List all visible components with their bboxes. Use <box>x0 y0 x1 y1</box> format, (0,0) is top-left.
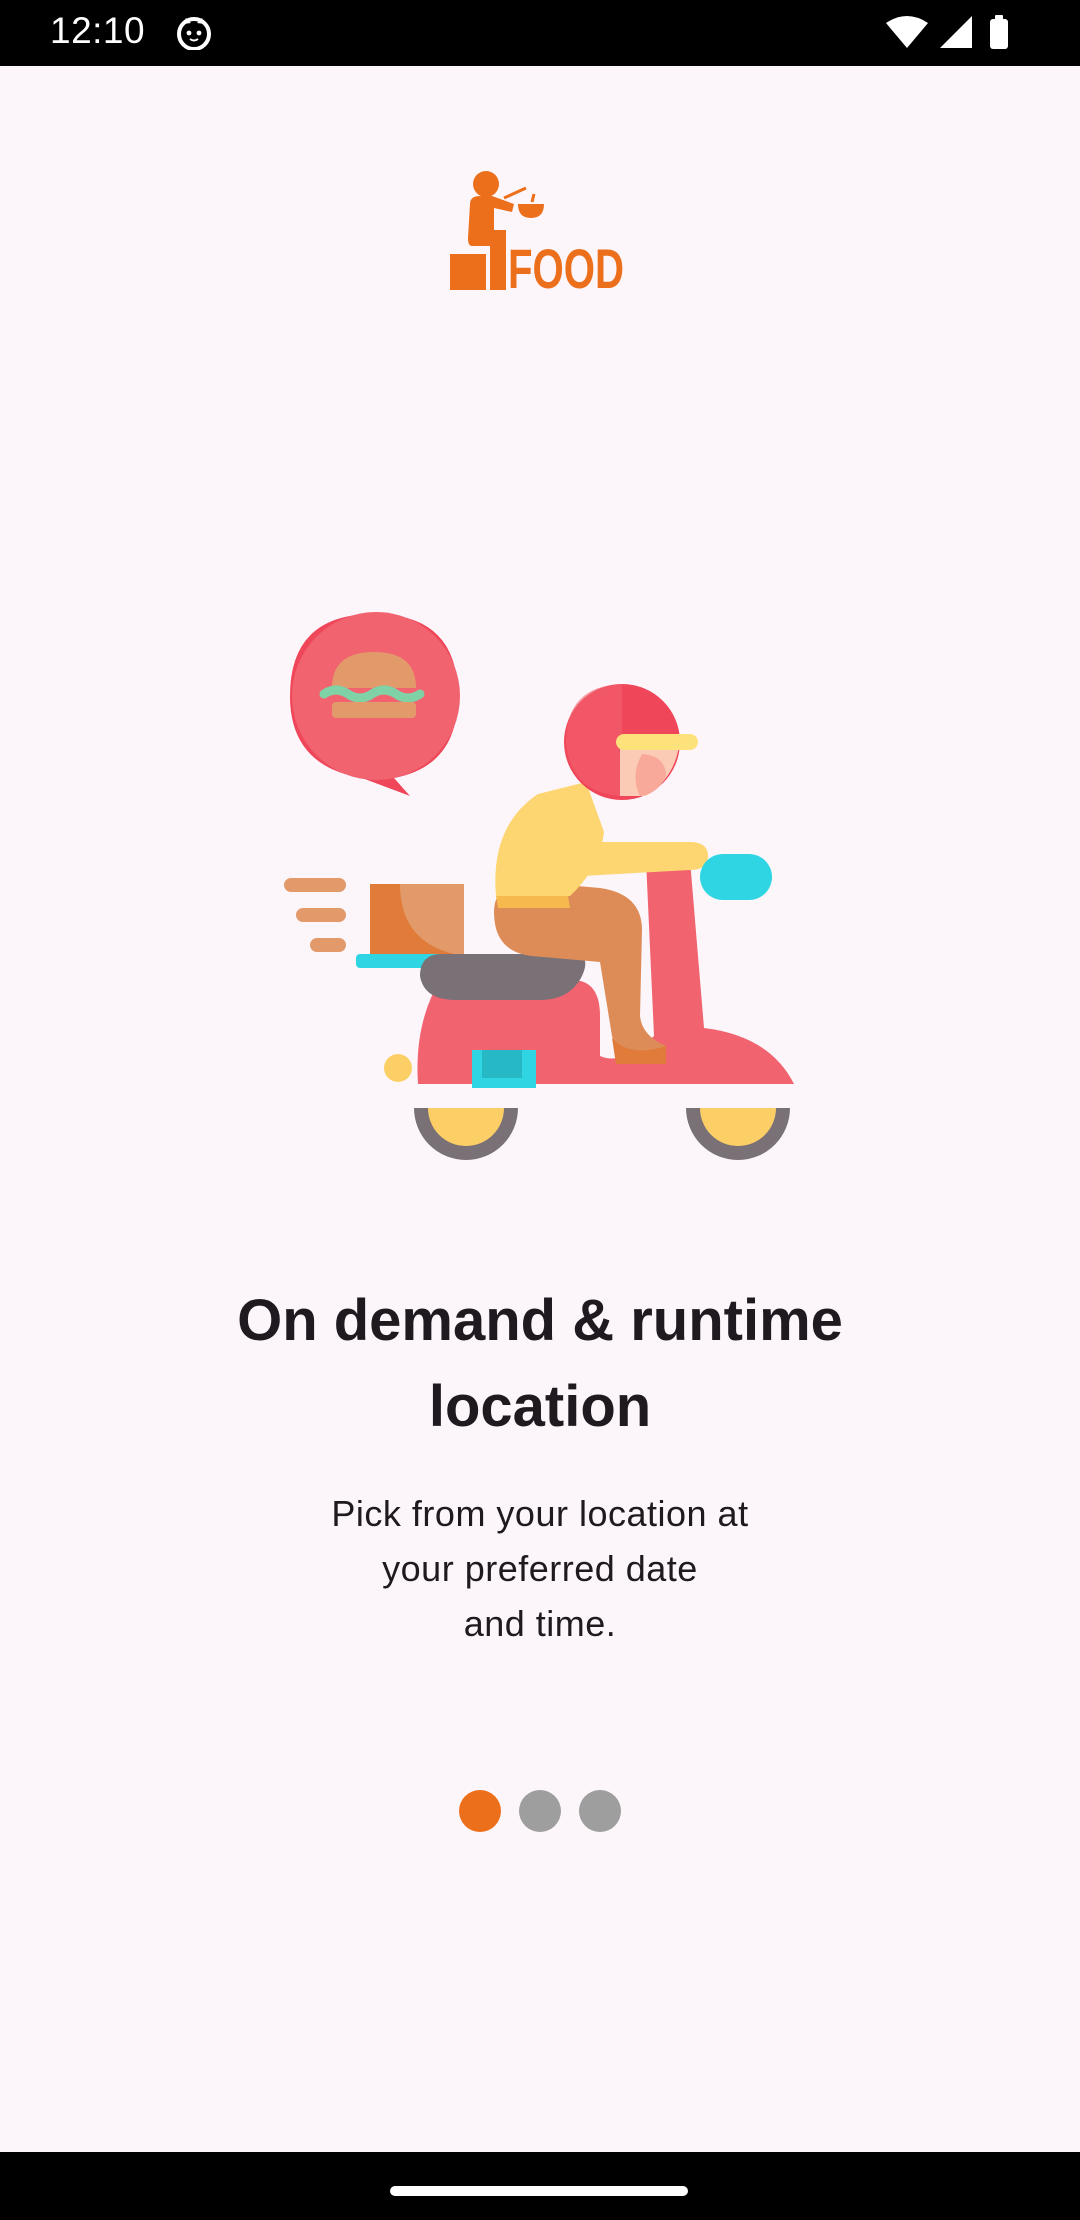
cellular-signal-icon <box>940 16 972 48</box>
delivery-scooter-illustration <box>284 612 794 1160</box>
status-bar: 12:10 <box>0 0 1080 66</box>
home-gesture-handle[interactable] <box>390 2186 688 2196</box>
page-dot-2[interactable] <box>519 1790 561 1832</box>
status-time: 12:10 <box>50 10 146 51</box>
cat-notification-icon <box>177 17 211 50</box>
page-indicator <box>0 1790 1080 1834</box>
battery-icon <box>990 15 1008 49</box>
food-logo: FOOD <box>450 171 624 294</box>
wifi-icon <box>886 16 928 48</box>
status-icons <box>886 15 1008 49</box>
navigation-bar <box>0 2152 1080 2220</box>
page-dot-3[interactable] <box>579 1790 621 1832</box>
logo-text: FOOD <box>508 237 624 294</box>
onboarding-screen: FOOD On demand & runtime location Pick f… <box>0 66 1080 2152</box>
onboarding-title: On demand & runtime location <box>237 1288 843 1439</box>
onboarding-subtitle: Pick from your location at your preferre… <box>331 1493 749 1644</box>
page-dot-1[interactable] <box>459 1790 501 1832</box>
